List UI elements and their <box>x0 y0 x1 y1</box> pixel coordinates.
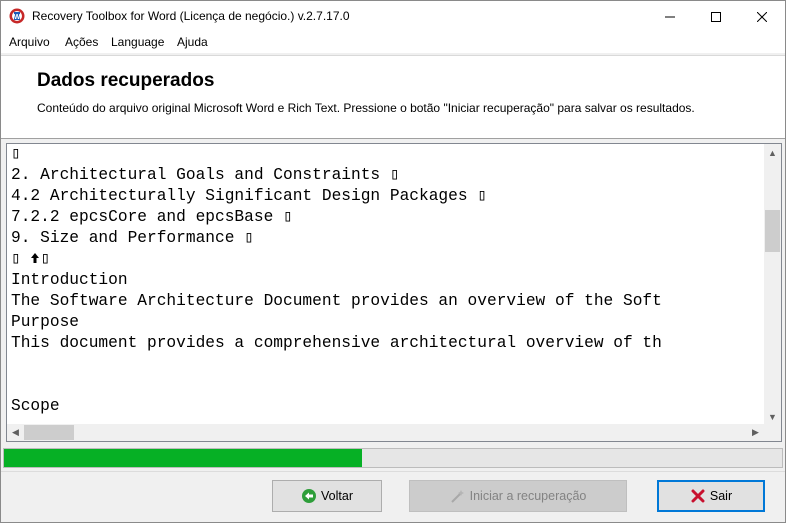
back-button[interactable]: Voltar <box>272 480 382 512</box>
text-line: Scope <box>11 397 60 415</box>
vertical-scrollbar[interactable]: ▲ ▼ <box>764 144 781 425</box>
svg-text:W: W <box>14 14 21 21</box>
page-description: Conteúdo do arquivo original Microsoft W… <box>37 101 695 115</box>
missing-glyph-icon: ▯ <box>11 250 21 268</box>
vertical-scroll-thumb[interactable] <box>765 210 780 252</box>
missing-glyph-icon: ▯ <box>244 229 254 247</box>
missing-glyph-icon: ▯ <box>477 187 488 205</box>
minimize-button[interactable] <box>647 1 693 32</box>
exit-button[interactable]: Sair <box>657 480 765 512</box>
text-line: ▯ ▯ <box>11 249 50 270</box>
recovered-content-view[interactable]: ▯ 2. Architectural Goals and Constraints… <box>6 143 782 442</box>
text-line: The Software Architecture Document provi… <box>11 292 662 310</box>
missing-glyph-icon: ▯ <box>389 166 400 184</box>
scroll-left-icon[interactable]: ◀ <box>7 424 24 441</box>
minimize-icon <box>665 16 675 17</box>
back-button-label: Voltar <box>321 489 353 503</box>
text-line: This document provides a comprehensive a… <box>11 334 662 352</box>
menu-ajuda[interactable]: Ajuda <box>177 35 208 49</box>
progress-fill <box>4 449 362 467</box>
title-bar[interactable]: W Recovery Toolbox for Word (Licença de … <box>1 1 785 32</box>
horizontal-scroll-thumb[interactable] <box>24 425 74 440</box>
header-panel: Dados recuperados Conteúdo do arquivo or… <box>1 55 785 139</box>
scroll-down-icon[interactable]: ▼ <box>764 408 781 425</box>
app-logo-icon: W <box>9 8 25 24</box>
maximize-button[interactable] <box>693 1 739 32</box>
menu-acoes[interactable]: Ações <box>65 35 98 49</box>
text-line: Introduction <box>11 271 128 289</box>
text-line: Purpose <box>11 313 79 331</box>
text-line: ▯ <box>11 144 21 165</box>
missing-glyph-icon: ▯ <box>40 250 51 268</box>
missing-glyph-icon: ▯ <box>11 145 21 163</box>
recovery-wand-icon <box>450 488 466 504</box>
arrow-up-icon <box>31 253 40 263</box>
missing-glyph-icon: ▯ <box>283 208 293 226</box>
back-arrow-icon <box>301 488 317 504</box>
maximize-icon <box>711 11 721 22</box>
text-line: 2. Architectural Goals and Constraints ▯ <box>11 166 400 184</box>
horizontal-scrollbar[interactable]: ◀ ▶ <box>7 424 764 441</box>
divider <box>1 471 785 472</box>
exit-button-label: Sair <box>709 489 733 503</box>
start-recovery-button[interactable]: Iniciar a recuperação <box>409 480 627 512</box>
close-window-button[interactable] <box>739 1 785 32</box>
page-title: Dados recuperados <box>37 70 215 91</box>
recovered-text-area[interactable]: ▯ 2. Architectural Goals and Constraints… <box>7 144 764 425</box>
text-line: 9. Size and Performance ▯ <box>11 229 254 247</box>
close-icon <box>757 11 767 22</box>
scroll-right-icon[interactable]: ▶ <box>747 424 764 441</box>
menu-arquivo[interactable]: Arquivo <box>9 35 50 49</box>
menu-bar: Arquivo Ações Language Ajuda <box>1 32 785 53</box>
exit-x-icon <box>690 488 706 504</box>
app-window: W Recovery Toolbox for Word (Licença de … <box>0 0 786 523</box>
recovery-progress-bar <box>3 448 783 468</box>
window-title: Recovery Toolbox for Word (Licença de ne… <box>32 9 350 23</box>
scroll-up-icon[interactable]: ▲ <box>764 144 781 161</box>
start-recovery-label: Iniciar a recuperação <box>469 489 587 503</box>
scrollbar-corner <box>764 424 781 441</box>
text-line: 4.2 Architecturally Significant Design P… <box>11 187 488 205</box>
text-line: 7.2.2 epcsCore and epcsBase ▯ <box>11 208 293 226</box>
menu-language[interactable]: Language <box>111 35 164 49</box>
